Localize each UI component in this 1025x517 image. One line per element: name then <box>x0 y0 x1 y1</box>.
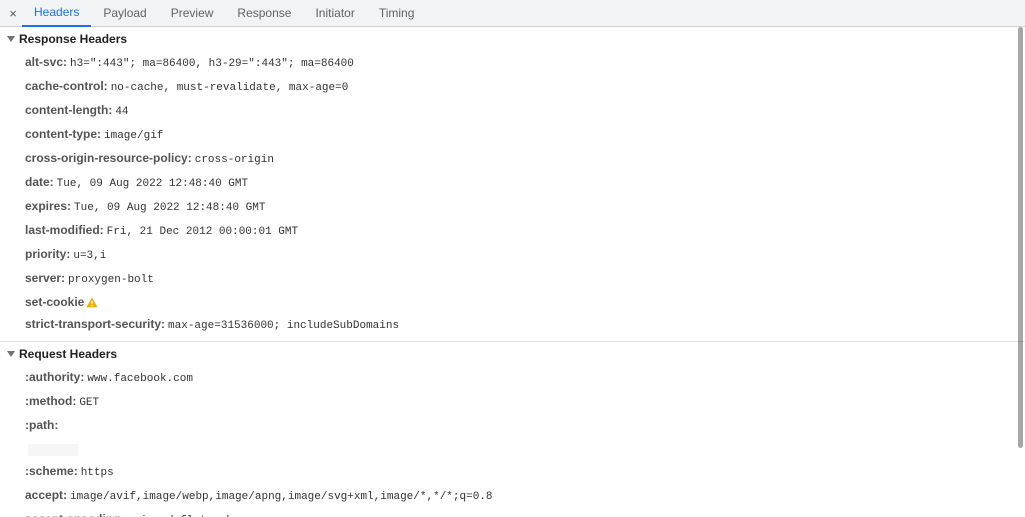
header-row: last-modified:Fri, 21 Dec 2012 00:00:01 … <box>0 219 1025 243</box>
header-row: :path: <box>0 414 1025 438</box>
header-value: cross-origin <box>195 154 274 166</box>
header-value: max-age=31536000; includeSubDomains <box>168 320 399 332</box>
header-row: strict-transport-security:max-age=315360… <box>0 313 1025 337</box>
header-row: expires:Tue, 09 Aug 2022 12:48:40 GMT <box>0 195 1025 219</box>
tab-payload[interactable]: Payload <box>91 0 158 27</box>
header-value: image/gif <box>104 130 163 142</box>
header-name: server: <box>25 271 65 285</box>
header-value: 44 <box>115 106 128 118</box>
header-row: accept:image/avif,image/webp,image/apng,… <box>0 484 1025 508</box>
tab-initiator[interactable]: Initiator <box>303 0 366 27</box>
header-name: last-modified: <box>25 223 104 237</box>
header-value: no-cache, must-revalidate, max-age=0 <box>111 82 349 94</box>
header-name: accept-encoding: <box>25 512 124 517</box>
header-value: https <box>81 467 114 479</box>
warning-icon <box>86 297 98 309</box>
header-row: accept-encoding:gzip, deflate, br <box>0 508 1025 517</box>
header-name: expires: <box>25 199 71 213</box>
close-icon[interactable]: × <box>4 6 22 21</box>
header-name: date: <box>25 175 54 189</box>
header-value: Tue, 09 Aug 2022 12:48:40 GMT <box>74 202 265 214</box>
response-headers-body: alt-svc:h3=":443"; ma=86400, h3-29=":443… <box>0 51 1025 342</box>
header-name: accept: <box>25 488 67 502</box>
chevron-down-icon <box>7 351 15 357</box>
redacted-value <box>28 444 78 456</box>
header-row: :scheme:https <box>0 460 1025 484</box>
header-value: GET <box>79 397 99 409</box>
header-name: :scheme: <box>25 464 78 478</box>
header-value: Fri, 21 Dec 2012 00:00:01 GMT <box>107 226 298 238</box>
header-name: content-length: <box>25 103 112 117</box>
header-name: set-cookie <box>25 295 84 309</box>
header-value: www.facebook.com <box>87 373 193 385</box>
header-value: proxygen-bolt <box>68 274 154 286</box>
header-name: :path: <box>25 418 58 432</box>
header-row: cross-origin-resource-policy:cross-origi… <box>0 147 1025 171</box>
devtools-tabbar: × Headers Payload Preview Response Initi… <box>0 0 1025 27</box>
section-title: Response Headers <box>19 32 127 46</box>
header-name: cache-control: <box>25 79 108 93</box>
header-name: cross-origin-resource-policy: <box>25 151 192 165</box>
header-name: :authority: <box>25 370 84 384</box>
header-row: :method:GET <box>0 390 1025 414</box>
tab-timing[interactable]: Timing <box>367 0 427 27</box>
request-headers-body: :authority:www.facebook.com :method:GET … <box>0 366 1025 517</box>
header-value: image/avif,image/webp,image/apng,image/s… <box>70 491 492 503</box>
tab-response[interactable]: Response <box>225 0 303 27</box>
header-value: u=3,i <box>73 250 106 262</box>
header-name: priority: <box>25 247 70 261</box>
header-row <box>0 438 1025 460</box>
header-name: strict-transport-security: <box>25 317 165 331</box>
header-value: Tue, 09 Aug 2022 12:48:40 GMT <box>57 178 248 190</box>
header-row: priority:u=3,i <box>0 243 1025 267</box>
section-toggle-request-headers[interactable]: Request Headers <box>0 342 1025 366</box>
tab-preview[interactable]: Preview <box>159 0 226 27</box>
header-row: set-cookie <box>0 291 1025 313</box>
header-row: alt-svc:h3=":443"; ma=86400, h3-29=":443… <box>0 51 1025 75</box>
headers-panel: Response Headers alt-svc:h3=":443"; ma=8… <box>0 27 1025 517</box>
header-row: content-type:image/gif <box>0 123 1025 147</box>
header-row: content-length:44 <box>0 99 1025 123</box>
header-value: h3=":443"; ma=86400, h3-29=":443"; ma=86… <box>70 58 354 70</box>
header-row: server:proxygen-bolt <box>0 267 1025 291</box>
header-name: content-type: <box>25 127 101 141</box>
section-title: Request Headers <box>19 347 117 361</box>
section-toggle-response-headers[interactable]: Response Headers <box>0 27 1025 51</box>
chevron-down-icon <box>7 36 15 42</box>
header-name: alt-svc: <box>25 55 67 69</box>
tab-headers[interactable]: Headers <box>22 0 91 27</box>
header-row: cache-control:no-cache, must-revalidate,… <box>0 75 1025 99</box>
header-name: :method: <box>25 394 76 408</box>
header-row: :authority:www.facebook.com <box>0 366 1025 390</box>
header-row: date:Tue, 09 Aug 2022 12:48:40 GMT <box>0 171 1025 195</box>
